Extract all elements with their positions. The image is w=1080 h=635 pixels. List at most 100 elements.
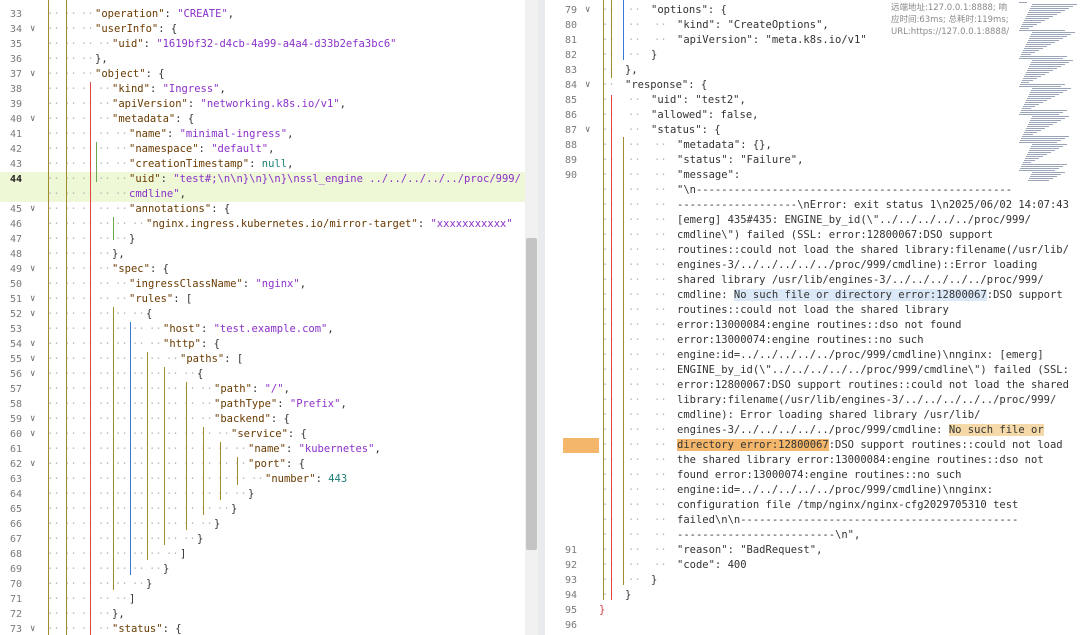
code-line[interactable]: 65 ·· ·· ·· ·· ·· ·· ·· ·· ·· ·· ··} bbox=[0, 502, 525, 517]
code-text[interactable]: "message": bbox=[677, 168, 740, 183]
code-line[interactable]: 37 ∨ ·· ·· ·· "object": { bbox=[0, 67, 525, 82]
fold-chevron-icon[interactable]: ∨ bbox=[30, 67, 35, 82]
fold-chevron-icon[interactable]: ∨ bbox=[30, 622, 35, 635]
code-line[interactable]: 52 ∨ ·· ·· ·· ·· ·· ··{ bbox=[0, 307, 525, 322]
code-text[interactable]: "rules": [ bbox=[129, 292, 192, 307]
code-line[interactable]: 85 ·· ·· "uid": "test2", bbox=[545, 93, 1080, 108]
code-text[interactable]: ] bbox=[129, 592, 135, 607]
code-line[interactable]: ·· ·· ·· engine:id=../../../../../proc/999/… bbox=[545, 483, 1080, 498]
fold-chevron-icon[interactable]: ∨ bbox=[30, 412, 35, 427]
code-line[interactable]: ·· ·· ·· -------------------------\n", bbox=[545, 528, 1080, 543]
code-text[interactable]: "status": { bbox=[651, 123, 721, 138]
code-text[interactable]: } bbox=[197, 532, 203, 547]
code-line[interactable]: ·· ·· ·· engines-3/../../../../../proc/999/… bbox=[545, 423, 1080, 438]
code-line[interactable]: ·· ·· ·· failed\n\n------------------------… bbox=[545, 513, 1080, 528]
fold-chevron-icon[interactable]: ∨ bbox=[30, 427, 35, 442]
code-line[interactable]: 62 ∨ ·· ·· ·· ·· ·· ·· ·· ·· ·· ·· ·· ·· "port": { bbox=[0, 457, 525, 472]
code-text[interactable]: "options": { bbox=[651, 3, 727, 18]
code-line[interactable]: 56 ∨ ·· ·· ·· ·· ·· ·· ·· ·· ··{ bbox=[0, 367, 525, 382]
code-line[interactable]: 49 ∨ ·· ·· ·· ·· "spec": { bbox=[0, 262, 525, 277]
code-text[interactable]: cmdline: No such file or directory error… bbox=[677, 288, 1063, 303]
right-editor-pane[interactable]: 79 ∨ ·· ·· "options": {80 ·· ·· ·· "kind": "Crea… bbox=[545, 0, 1080, 635]
code-line[interactable]: 95} bbox=[545, 603, 1080, 618]
code-text[interactable]: "port": { bbox=[248, 457, 305, 472]
code-line[interactable]: 96 bbox=[545, 618, 1080, 633]
fold-chevron-icon[interactable]: ∨ bbox=[585, 78, 590, 93]
fold-chevron-icon[interactable]: ∨ bbox=[30, 367, 35, 382]
code-text[interactable]: } bbox=[625, 588, 631, 603]
code-line[interactable]: 39 ·· ·· ·· ·· "apiVersion": "networking.k8s.… bbox=[0, 97, 525, 112]
code-text[interactable]: "code": 400 bbox=[677, 558, 747, 573]
code-text[interactable]: error:13000084:engine routines::dso not … bbox=[677, 318, 961, 333]
code-line[interactable]: ·· ·· ·· directory error:12800067:DSO suppo… bbox=[545, 438, 1080, 453]
fold-chevron-icon[interactable]: ∨ bbox=[30, 262, 35, 277]
code-line[interactable]: 42 ·· ·· ·· ·· ·· "namespace": "default", bbox=[0, 142, 525, 157]
code-line[interactable]: 87 ∨ ·· ·· "status": { bbox=[545, 123, 1080, 138]
code-text[interactable]: "uid": "1619bf32-d4cb-4a99-a4a4-d33b2efa… bbox=[112, 37, 396, 52]
code-line[interactable]: ·· ·· ·· configuration file /tmp/nginx/ngin… bbox=[545, 498, 1080, 513]
code-line[interactable]: 55 ∨ ·· ·· ·· ·· ·· ·· ·· ·· "paths": [ bbox=[0, 352, 525, 367]
code-line[interactable]: 58 ·· ·· ·· ·· ·· ·· ·· ·· ·· ·· "pathType": "Prefi… bbox=[0, 397, 525, 412]
code-line[interactable]: 66 ·· ·· ·· ·· ·· ·· ·· ·· ·· ··} bbox=[0, 517, 525, 532]
code-line[interactable]: 71 ·· ·· ·· ·· ··] bbox=[0, 592, 525, 607]
code-line[interactable]: 59 ∨ ·· ·· ·· ·· ·· ·· ·· ·· ·· ·· "backend": { bbox=[0, 412, 525, 427]
code-text[interactable]: "object": { bbox=[95, 67, 165, 82]
code-line[interactable]: ·· ·· ·· cmdline): Error loading shared lib… bbox=[545, 408, 1080, 423]
code-text[interactable]: library:filename(/usr/lib/engines-3/../.… bbox=[677, 393, 1056, 408]
code-text[interactable]: "name": "kubernetes", bbox=[248, 442, 381, 457]
code-line[interactable]: ·· ·· ·· error:12800067:DSO support routine… bbox=[545, 378, 1080, 393]
code-line[interactable]: 38 ·· ·· ·· ·· "kind": "Ingress", bbox=[0, 82, 525, 97]
code-text[interactable]: -------------------------\n", bbox=[677, 528, 860, 543]
code-text[interactable]: shared library /usr/lib/engines-3/../../… bbox=[677, 273, 1044, 288]
code-line[interactable]: 53 ·· ·· ·· ·· ·· ·· ·· "host": "test.example.co… bbox=[0, 322, 525, 337]
code-text[interactable]: routines::could not load the shared libr… bbox=[677, 303, 949, 318]
code-line[interactable]: ·· ·· ·· found error:13000074:engine routin… bbox=[545, 468, 1080, 483]
code-line[interactable]: 63 ·· ·· ·· ·· ·· ·· ·· ·· ·· ·· ·· ·· ·· "number": 44… bbox=[0, 472, 525, 487]
code-line[interactable]: ·· ·· ·· ENGINE_by_id(\"../../../../../proc… bbox=[545, 363, 1080, 378]
code-line[interactable]: ·· ·· ·· error:13000074:engine routines::no… bbox=[545, 333, 1080, 348]
code-line[interactable]: 88 ·· ·· ·· "metadata": {}, bbox=[545, 138, 1080, 153]
code-text[interactable]: "uid": "test#;\n\n}\n}\n}\nssl_engine ..… bbox=[129, 172, 521, 187]
code-line[interactable]: ·· ·· ·· library:filename(/usr/lib/engines-… bbox=[545, 393, 1080, 408]
code-line[interactable]: 86 ·· ·· "allowed": false, bbox=[545, 108, 1080, 123]
code-text[interactable]: } bbox=[146, 577, 152, 592]
code-text[interactable]: "annotations": { bbox=[129, 202, 230, 217]
code-text[interactable]: routines::could not load the shared libr… bbox=[677, 243, 1069, 258]
code-line[interactable]: 83 ··}, bbox=[545, 63, 1080, 78]
code-line[interactable]: 51 ∨ ·· ·· ·· ·· ·· "rules": [ bbox=[0, 292, 525, 307]
code-line[interactable]: 44 ·· ·· ·· ·· ·· "uid": "test#;\n\n}\n}\n}\ns… bbox=[0, 172, 525, 187]
code-text[interactable]: "kind": "Ingress", bbox=[112, 82, 226, 97]
code-text[interactable]: "number": 443 bbox=[265, 472, 347, 487]
code-text[interactable]: "name": "minimal-ingress", bbox=[129, 127, 293, 142]
code-text[interactable]: "apiVersion": "meta.k8s.io/v1" bbox=[677, 33, 867, 48]
fold-chevron-icon[interactable]: ∨ bbox=[30, 307, 35, 322]
fold-chevron-icon[interactable]: ∨ bbox=[585, 3, 590, 18]
minimap[interactable] bbox=[1019, 0, 1077, 200]
code-text[interactable]: "backend": { bbox=[214, 412, 290, 427]
code-line[interactable]: 70 ·· ·· ·· ·· ·· ··} bbox=[0, 577, 525, 592]
code-text[interactable]: }, bbox=[112, 247, 125, 262]
code-line[interactable]: 94 ··} bbox=[545, 588, 1080, 603]
code-line[interactable]: ·· ·· ·· cmdline\") failed (SSL: error:1280… bbox=[545, 228, 1080, 243]
code-text[interactable]: engines-3/../../../../../proc/999/cmdlin… bbox=[677, 258, 1037, 273]
code-text[interactable]: "status": "Failure", bbox=[677, 153, 803, 168]
fold-chevron-icon[interactable]: ∨ bbox=[30, 112, 35, 127]
code-line[interactable]: 68 ·· ·· ·· ·· ·· ·· ·· ··] bbox=[0, 547, 525, 562]
code-text[interactable]: directory error:12800067:DSO support rou… bbox=[677, 438, 1063, 453]
code-text[interactable]: configuration file /tmp/nginx/nginx-cfg2… bbox=[677, 498, 1018, 513]
code-line[interactable]: 92 ·· ·· ·· "code": 400 bbox=[545, 558, 1080, 573]
code-line[interactable]: ·· ·· ·· shared library /usr/lib/engines-3/… bbox=[545, 273, 1080, 288]
code-text[interactable]: "uid": "test2", bbox=[651, 93, 746, 108]
code-line[interactable]: 57 ·· ·· ·· ·· ·· ·· ·· ·· ·· ·· "path": "/", bbox=[0, 382, 525, 397]
fold-chevron-icon[interactable]: ∨ bbox=[30, 22, 35, 37]
code-line[interactable]: 90 ·· ·· ·· "message": bbox=[545, 168, 1080, 183]
fold-chevron-icon[interactable]: ∨ bbox=[30, 352, 35, 367]
code-line[interactable]: 43 ·· ·· ·· ·· ·· "creationTimestamp": null, bbox=[0, 157, 525, 172]
code-text[interactable]: error:13000074:engine routines::no such bbox=[677, 333, 924, 348]
code-text[interactable]: { bbox=[146, 307, 152, 322]
code-text[interactable]: "status": { bbox=[112, 622, 182, 635]
code-text[interactable]: "pathType": "Prefix", bbox=[214, 397, 347, 412]
code-text[interactable]: } bbox=[129, 232, 135, 247]
code-text[interactable]: "response": { bbox=[625, 78, 707, 93]
code-line[interactable]: ·· ·· ·· engines-3/../../../../../proc/999/… bbox=[545, 258, 1080, 273]
